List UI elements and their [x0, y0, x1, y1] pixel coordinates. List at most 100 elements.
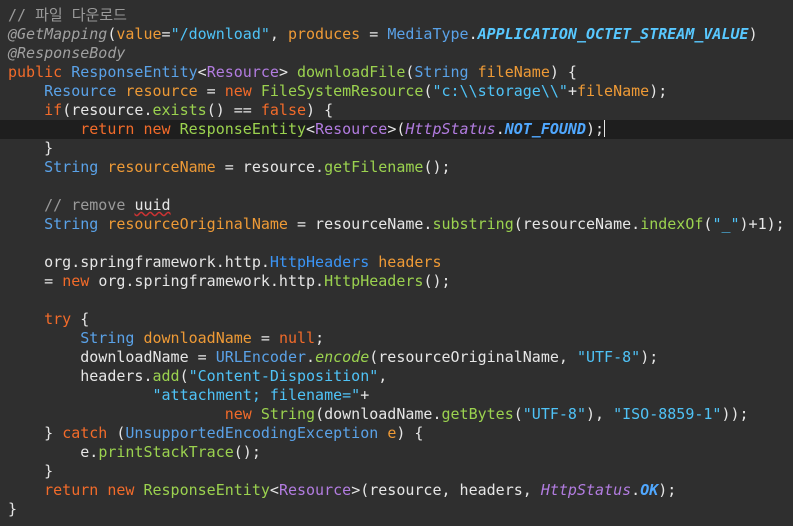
code-token: "UTF-8": [522, 405, 586, 423]
code-line[interactable]: String resourceName = resource.getFilena…: [0, 158, 793, 177]
code-token: String: [260, 405, 316, 423]
code-line[interactable]: public ResponseEntity<Resource> download…: [0, 63, 793, 82]
code-line[interactable]: "attachment; filename="+: [0, 386, 793, 405]
code-token: ();: [423, 158, 451, 176]
code-token: (downloadName.: [315, 405, 442, 423]
code-token: Resource: [315, 120, 388, 138]
code-line[interactable]: downloadName = URLEncoder.encode(resourc…: [0, 348, 793, 367]
code-token: String: [80, 329, 144, 347]
code-line[interactable]: new String(downloadName.getBytes("UTF-8"…: [0, 405, 793, 424]
code-token: uuid: [134, 196, 171, 214]
code-token: e: [387, 424, 397, 442]
code-token: = resourceName.: [287, 215, 433, 233]
code-token: getBytes: [441, 405, 514, 423]
code-token: encode: [315, 348, 370, 366]
code-token: .: [631, 481, 641, 499]
code-token: NOT_FOUND: [504, 120, 586, 138]
code-token: @ResponseBody: [8, 44, 126, 62]
code-token: resourceName: [107, 158, 216, 176]
code-token: ) {: [306, 101, 334, 119]
code-token: (: [179, 367, 189, 385]
code-line[interactable]: return new ResponseEntity<Resource>(reso…: [0, 481, 793, 500]
code-token: indexOf: [640, 215, 704, 233]
code-token: org.springframework.http.: [8, 253, 270, 271]
code-token: @GetMapping: [8, 25, 108, 43]
code-token: );: [649, 82, 668, 100]
code-token: ,: [269, 25, 288, 43]
code-line[interactable]: org.springframework.http.HttpHeaders hea…: [0, 253, 793, 272]
code-editor[interactable]: // 파일 다운로드 @GetMapping(value="/download",…: [0, 0, 793, 526]
code-token: .: [468, 25, 478, 43]
code-token: HttpHeaders: [269, 253, 379, 271]
code-token: add: [152, 367, 180, 385]
text-cursor: [604, 120, 606, 137]
code-token: <: [197, 63, 207, 81]
code-line[interactable]: }: [0, 139, 793, 158]
code-line[interactable]: // 파일 다운로드: [0, 6, 793, 25]
code-token: >(resource, headers,: [351, 481, 541, 499]
code-line[interactable]: if(resource.exists() == false) {: [0, 101, 793, 120]
code-token: ));: [721, 405, 749, 423]
code-line[interactable]: }: [0, 500, 793, 519]
code-line[interactable]: @GetMapping(value="/download", produces …: [0, 25, 793, 44]
code-token: OK: [640, 481, 659, 499]
code-line[interactable]: // remove uuid: [0, 196, 793, 215]
code-token: exists: [152, 101, 207, 119]
code-token: )+1);: [739, 215, 785, 233]
code-token: "attachment; filename=": [152, 386, 361, 404]
code-token: );: [640, 348, 659, 366]
code-token: downloadFile: [297, 63, 406, 81]
code-line[interactable]: [0, 177, 793, 196]
code-line[interactable]: }: [0, 462, 793, 481]
code-line[interactable]: return new ResponseEntity<Resource>(Http…: [0, 120, 793, 139]
code-line[interactable]: [0, 234, 793, 253]
code-token: resourceOriginalName: [107, 215, 288, 233]
code-line[interactable]: String downloadName = null;: [0, 329, 793, 348]
code-token: null: [278, 329, 316, 347]
code-line[interactable]: [0, 291, 793, 310]
code-token: "UTF-8": [576, 348, 641, 366]
code-token: =: [8, 272, 63, 290]
code-line[interactable]: try {: [0, 310, 793, 329]
code-token: HttpStatus: [405, 120, 496, 138]
code-line[interactable]: headers.add("Content-Disposition",: [0, 367, 793, 386]
code-line[interactable]: String resourceOriginalName = resourceNa…: [0, 215, 793, 234]
code-token: String: [44, 215, 108, 233]
code-token: ();: [233, 443, 261, 461]
code-token: return: [80, 120, 144, 138]
code-token: "_": [712, 215, 740, 233]
code-line[interactable]: = new org.springframework.http.HttpHeade…: [0, 272, 793, 291]
code-token: new: [107, 481, 144, 499]
code-line[interactable]: } catch (UnsupportedEncodingException e)…: [0, 424, 793, 443]
code-line[interactable]: Resource resource = new FileSystemResour…: [0, 82, 793, 101]
code-token: ResponseEntity: [179, 120, 307, 138]
code-token: UnsupportedEncodingException: [125, 424, 388, 442]
code-token: new: [143, 120, 180, 138]
code-line[interactable]: @ResponseBody: [0, 44, 793, 63]
code-token: new: [224, 405, 261, 423]
code-token: String: [414, 63, 478, 81]
code-token: ResponseEntity: [71, 63, 198, 81]
code-token: }: [8, 500, 18, 518]
code-token: ResponseEntity: [143, 481, 270, 499]
code-token: +: [360, 386, 370, 404]
code-token: "Content-Disposition": [188, 367, 379, 385]
code-token: catch: [62, 424, 117, 442]
code-token: (resourceOriginalName,: [369, 348, 577, 366]
code-token: printStackTrace: [98, 443, 234, 461]
code-token: "ISO-8859-1": [613, 405, 722, 423]
code-line[interactable]: e.printStackTrace();: [0, 443, 793, 462]
code-token: <: [306, 120, 316, 138]
code-token: headers.: [8, 367, 153, 385]
code-token: fileName: [576, 82, 650, 100]
code-token: .: [495, 120, 505, 138]
code-token: String: [44, 158, 108, 176]
